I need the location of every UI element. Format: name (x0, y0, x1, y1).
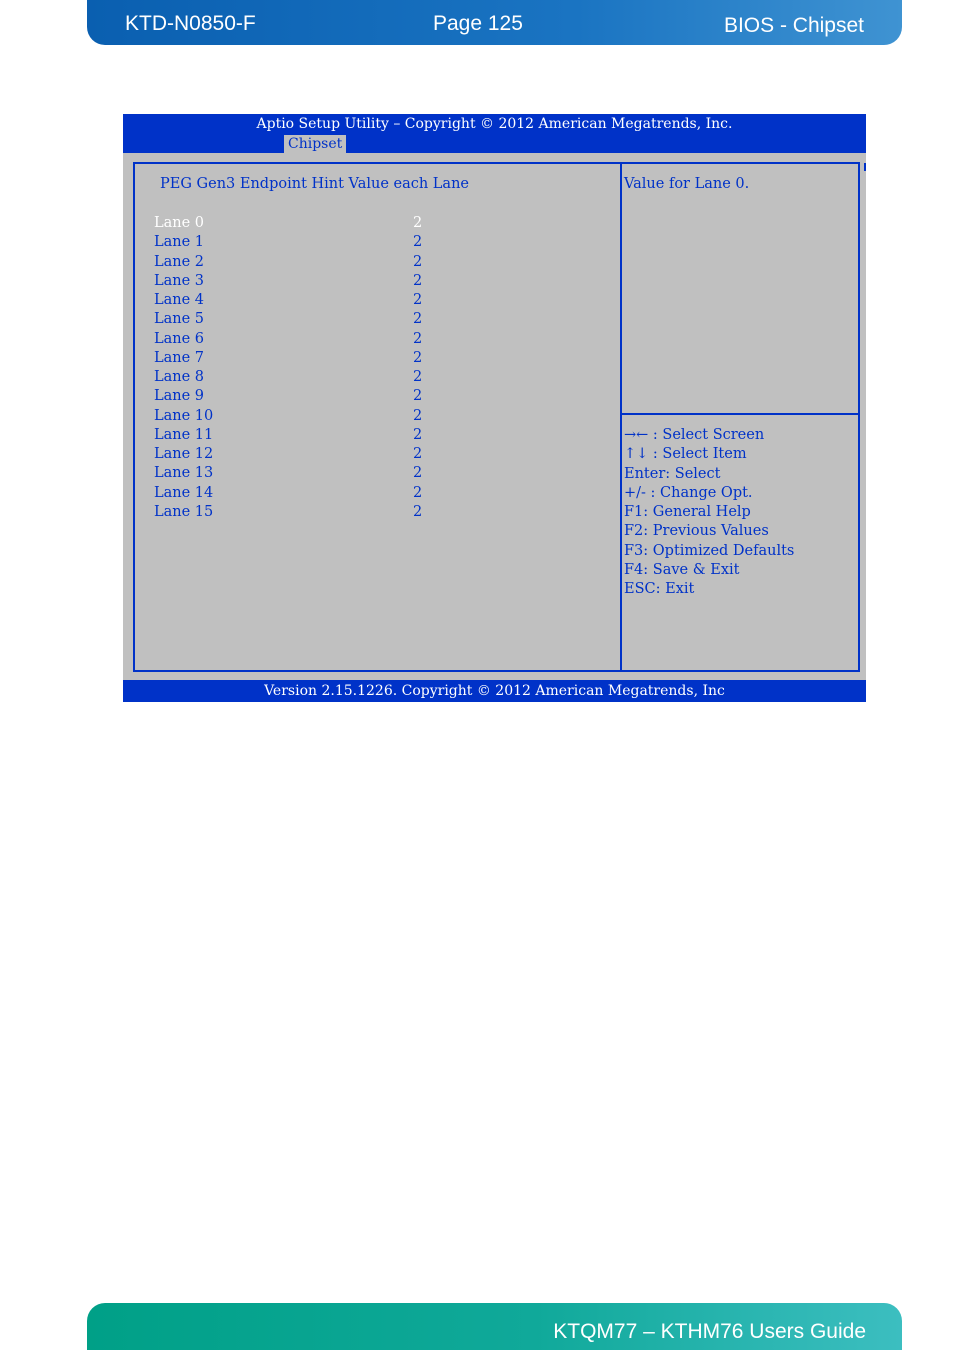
key-help-item: ESC: Exit (624, 581, 695, 598)
key-help-item: →← : Select Screen (624, 427, 765, 443)
pane-divider-horizontal (622, 413, 860, 415)
lane-value[interactable]: 2 (413, 369, 422, 385)
lane-label: Lane 11 (154, 426, 214, 443)
key-help-item: F4: Save & Exit (624, 562, 740, 579)
key-help-list: →← : Select Screen ↑↓ : Select Item Ente… (624, 427, 794, 601)
lane-value[interactable]: 2 (413, 485, 422, 501)
lane-value[interactable]: 2 (413, 408, 422, 424)
lane-value[interactable]: 2 (413, 504, 422, 520)
key-help-item: F1: General Help (624, 504, 751, 521)
bios-title: Aptio Setup Utility – Copyright © 2012 A… (256, 116, 733, 132)
key-help-item: +/- : Change Opt. (624, 484, 753, 501)
lane-value[interactable]: 2 (413, 273, 422, 289)
lane-label: Lane 15 (154, 503, 214, 520)
tab-chipset[interactable]: Chipset (284, 135, 347, 153)
frame-edge-marker (864, 163, 866, 171)
lane-value[interactable]: 2 (413, 465, 422, 481)
bios-main-frame: PEG Gen3 Endpoint Hint Value each Lane L… (133, 162, 860, 672)
lane-value[interactable]: 2 (413, 311, 422, 327)
lane-label: Lane 14 (154, 484, 214, 501)
lane-label: Lane 2 (154, 253, 205, 270)
document-header: KTD-N0850-F Page 125 BIOS - Chipset (87, 0, 902, 45)
lane-label: Lane 9 (154, 388, 205, 405)
lane-value[interactable]: 2 (413, 254, 422, 270)
lane-value[interactable]: 2 (413, 234, 422, 250)
lane-value[interactable]: 2 (413, 446, 422, 462)
lane-label: Lane 13 (154, 465, 214, 482)
key-help-item: F2: Previous Values (624, 523, 769, 540)
key-help-item: F3: Optimized Defaults (624, 542, 795, 559)
document-id: KTD-N0850-F (125, 12, 256, 35)
lane-value[interactable]: 2 (413, 215, 422, 231)
bios-footer: Version 2.15.1226. Copyright © 2012 Amer… (123, 680, 866, 702)
lane-value[interactable]: 2 (413, 388, 422, 404)
bios-title-bar: Aptio Setup Utility – Copyright © 2012 A… (123, 114, 866, 153)
key-help-item: ↑↓ : Select Item (624, 446, 747, 463)
lane-label: Lane 0 (154, 215, 205, 231)
lane-label: Lane 1 (154, 234, 205, 251)
lane-label: Lane 8 (154, 369, 205, 385)
lane-value[interactable]: 2 (413, 292, 422, 308)
lane-value[interactable]: 2 (413, 331, 422, 347)
key-help-item: Enter: Select (624, 465, 721, 482)
lane-label: Lane 12 (154, 446, 214, 462)
lane-value[interactable]: 2 (413, 427, 422, 443)
lane-label: Lane 3 (154, 272, 205, 289)
page-number: Page 125 (433, 12, 523, 35)
lane-label: Lane 5 (154, 311, 205, 328)
pane-divider-vertical (620, 164, 622, 670)
section-name: BIOS - Chipset (723, 14, 864, 37)
lane-label: Lane 7 (154, 349, 205, 366)
section-title: PEG Gen3 Endpoint Hint Value each Lane (160, 176, 469, 192)
lane-label: Lane 10 (154, 407, 214, 424)
lane-label: Lane 4 (154, 292, 205, 308)
bios-screen: Aptio Setup Utility – Copyright © 2012 A… (123, 114, 866, 702)
lane-label: Lane 6 (154, 330, 205, 347)
document-footer: KTQM77 – KTHM76 Users Guide (87, 1303, 902, 1350)
item-help-text: Value for Lane 0. (624, 176, 750, 192)
guide-title: KTQM77 – KTHM76 Users Guide (553, 1320, 866, 1343)
lane-value[interactable]: 2 (413, 350, 422, 366)
